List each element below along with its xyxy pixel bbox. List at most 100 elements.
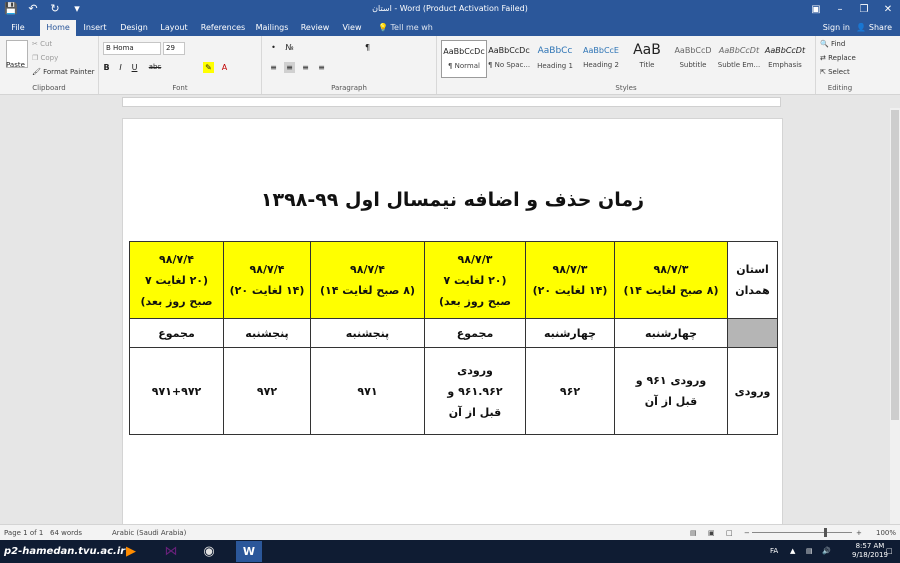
- styles-group: AaBbCcDc ¶ Normal AaBbCcDc ¶ No Spac... Aa…: [437, 36, 816, 94]
- style-sample: AaBbCcD: [674, 46, 712, 55]
- word-count[interactable]: 64 words: [50, 525, 82, 541]
- header-cell: ۹۸/۷/۴ (۱۴ لغایت ۲۰): [223, 241, 311, 319]
- style-sample: AaBbCc: [537, 46, 573, 56]
- network-icon[interactable]: ▤: [806, 540, 813, 563]
- zoom-level[interactable]: 100%: [876, 525, 896, 541]
- ribbon-display-icon[interactable]: ▣: [804, 0, 828, 20]
- value-cell: ۹۶۲: [525, 347, 615, 435]
- chrome-icon[interactable]: ◉: [196, 541, 222, 562]
- style-subtle-emphasis[interactable]: AaBbCcDt Subtle Em...: [717, 40, 761, 76]
- tab-view[interactable]: View: [336, 20, 368, 36]
- find-button[interactable]: 🔍 Find: [820, 40, 845, 48]
- province-name: همدان: [735, 284, 770, 297]
- replace-button[interactable]: ⇄ Replace: [820, 54, 856, 62]
- value-line: ورودی: [457, 363, 493, 377]
- notifications-icon[interactable]: □: [886, 540, 893, 563]
- value-line: قبل از آن: [448, 405, 502, 419]
- day-cell: چهارشنبه: [614, 318, 728, 348]
- value-line: ۹۶۱.۹۶۲ و: [447, 384, 503, 398]
- tab-file[interactable]: File: [0, 20, 36, 36]
- cut-button[interactable]: ✂ Cut: [32, 40, 52, 48]
- tab-review[interactable]: Review: [298, 20, 332, 36]
- close-icon[interactable]: ✕: [876, 0, 900, 20]
- vertical-scrollbar[interactable]: [890, 108, 900, 524]
- rtl-icon[interactable]: ¶: [362, 42, 373, 53]
- zoom-slider-thumb[interactable]: [824, 528, 827, 537]
- bullets-icon[interactable]: •: [268, 42, 279, 53]
- find-label: Find: [830, 40, 846, 48]
- minimize-icon[interactable]: –: [828, 0, 852, 20]
- underline-button[interactable]: U: [129, 62, 140, 73]
- ruler-track[interactable]: [122, 97, 781, 107]
- highlight-icon[interactable]: ✎: [203, 62, 214, 73]
- align-center-icon[interactable]: ≡: [284, 62, 295, 73]
- bold-button[interactable]: B: [101, 62, 112, 73]
- header-time: (۸ صبح لغایت ۱۴): [320, 284, 415, 297]
- document-page[interactable]: زمان حذف و اضافه نیمسال اول ۹۹-۱۳۹۸ استا…: [122, 118, 783, 526]
- style-subtitle[interactable]: AaBbCcD Subtitle: [671, 40, 715, 76]
- scrollbar-thumb[interactable]: [891, 110, 899, 420]
- tab-insert[interactable]: Insert: [78, 20, 112, 36]
- style-sample: AaBbCcDc: [488, 46, 530, 55]
- restore-icon[interactable]: ❐: [852, 0, 876, 20]
- value-line: قبل از آن: [644, 395, 698, 408]
- tab-mailings[interactable]: Mailings: [252, 20, 292, 36]
- style-title[interactable]: AaB Title: [625, 40, 669, 76]
- zoom-slider[interactable]: [752, 532, 852, 533]
- tab-references[interactable]: References: [198, 20, 248, 36]
- editing-group-label: Editing: [827, 84, 853, 92]
- day-cell: مجموع: [129, 318, 224, 348]
- print-layout-icon[interactable]: ▣: [708, 525, 715, 541]
- font-name-combo[interactable]: B Homa: [103, 42, 161, 55]
- zoom-out-icon[interactable]: −: [744, 525, 750, 541]
- language-indicator[interactable]: Arabic (Saudi Arabia): [112, 525, 186, 541]
- zoom-in-icon[interactable]: +: [856, 525, 862, 541]
- style-name: Emphasis: [768, 61, 802, 69]
- italic-button[interactable]: I: [115, 62, 126, 73]
- style-normal[interactable]: AaBbCcDc ¶ Normal: [441, 40, 487, 78]
- numbering-icon[interactable]: №: [284, 42, 295, 53]
- style-heading-2[interactable]: AaBbCcE Heading 2: [579, 40, 623, 76]
- table-header-row: استان همدان ۹۸/۷/۳ (۸ صبح لغایت ۱۴) ۹۸/۷/…: [129, 241, 778, 319]
- media-player-icon[interactable]: ▶: [118, 541, 144, 562]
- tell-me-text: Tell me wh: [390, 23, 433, 32]
- strikethrough-button[interactable]: abc: [147, 62, 163, 73]
- web-layout-icon[interactable]: □: [726, 525, 733, 541]
- clipboard-group-label: Clipboard: [32, 84, 66, 92]
- replace-label: Replace: [828, 54, 856, 62]
- align-left-icon[interactable]: ≡: [268, 62, 279, 73]
- page-count[interactable]: Page 1 of 1: [4, 525, 43, 541]
- header-time: (۱۴ لغایت ۲۰): [532, 284, 608, 297]
- font-size-combo[interactable]: 29: [163, 42, 185, 55]
- tab-layout[interactable]: Layout: [156, 20, 192, 36]
- tray-up-icon[interactable]: ▲: [790, 540, 795, 563]
- font-color-icon[interactable]: A: [219, 62, 230, 73]
- style-name: Subtle Em...: [717, 61, 761, 69]
- header-time: (۱۴ لغایت ۲۰): [229, 284, 305, 297]
- copy-button[interactable]: ❐ Copy: [32, 54, 58, 62]
- volume-icon[interactable]: 🔊: [822, 540, 831, 563]
- visual-studio-icon[interactable]: ⋈: [158, 541, 184, 562]
- header-time-cont: صبح روز بعد): [140, 294, 213, 308]
- select-button[interactable]: ⇱ Select: [820, 68, 850, 76]
- tell-me-box[interactable]: 💡 Tell me wh: [378, 20, 433, 36]
- justify-icon[interactable]: ≡: [316, 62, 327, 73]
- input-language[interactable]: FA: [770, 540, 778, 563]
- sign-in-link[interactable]: Sign in: [823, 20, 850, 36]
- header-cell: ۹۸/۷/۴ (۲۰ لغایت ۷ صبح روز بعد): [129, 241, 224, 319]
- system-clock[interactable]: 8:57 AM 9/18/2019: [852, 542, 888, 560]
- style-name: Subtitle: [679, 61, 707, 69]
- word-icon[interactable]: W: [236, 541, 262, 562]
- tab-home[interactable]: Home: [40, 20, 76, 36]
- style-emphasis[interactable]: AaBbCcDt Emphasis: [763, 40, 807, 76]
- style-heading-1[interactable]: AaBbCc Heading 1: [533, 40, 577, 76]
- select-label: Select: [828, 68, 850, 76]
- share-button[interactable]: 👤 Share: [856, 20, 892, 36]
- format-painter-button[interactable]: 🖌 Format Painter: [32, 68, 95, 76]
- style-no-spacing[interactable]: AaBbCcDc ¶ No Spac...: [487, 40, 531, 76]
- read-mode-icon[interactable]: ▤: [690, 525, 697, 541]
- tab-design[interactable]: Design: [116, 20, 152, 36]
- align-right-icon[interactable]: ≡: [300, 62, 311, 73]
- style-sample: AaB: [633, 42, 661, 58]
- horizontal-ruler: [0, 95, 900, 107]
